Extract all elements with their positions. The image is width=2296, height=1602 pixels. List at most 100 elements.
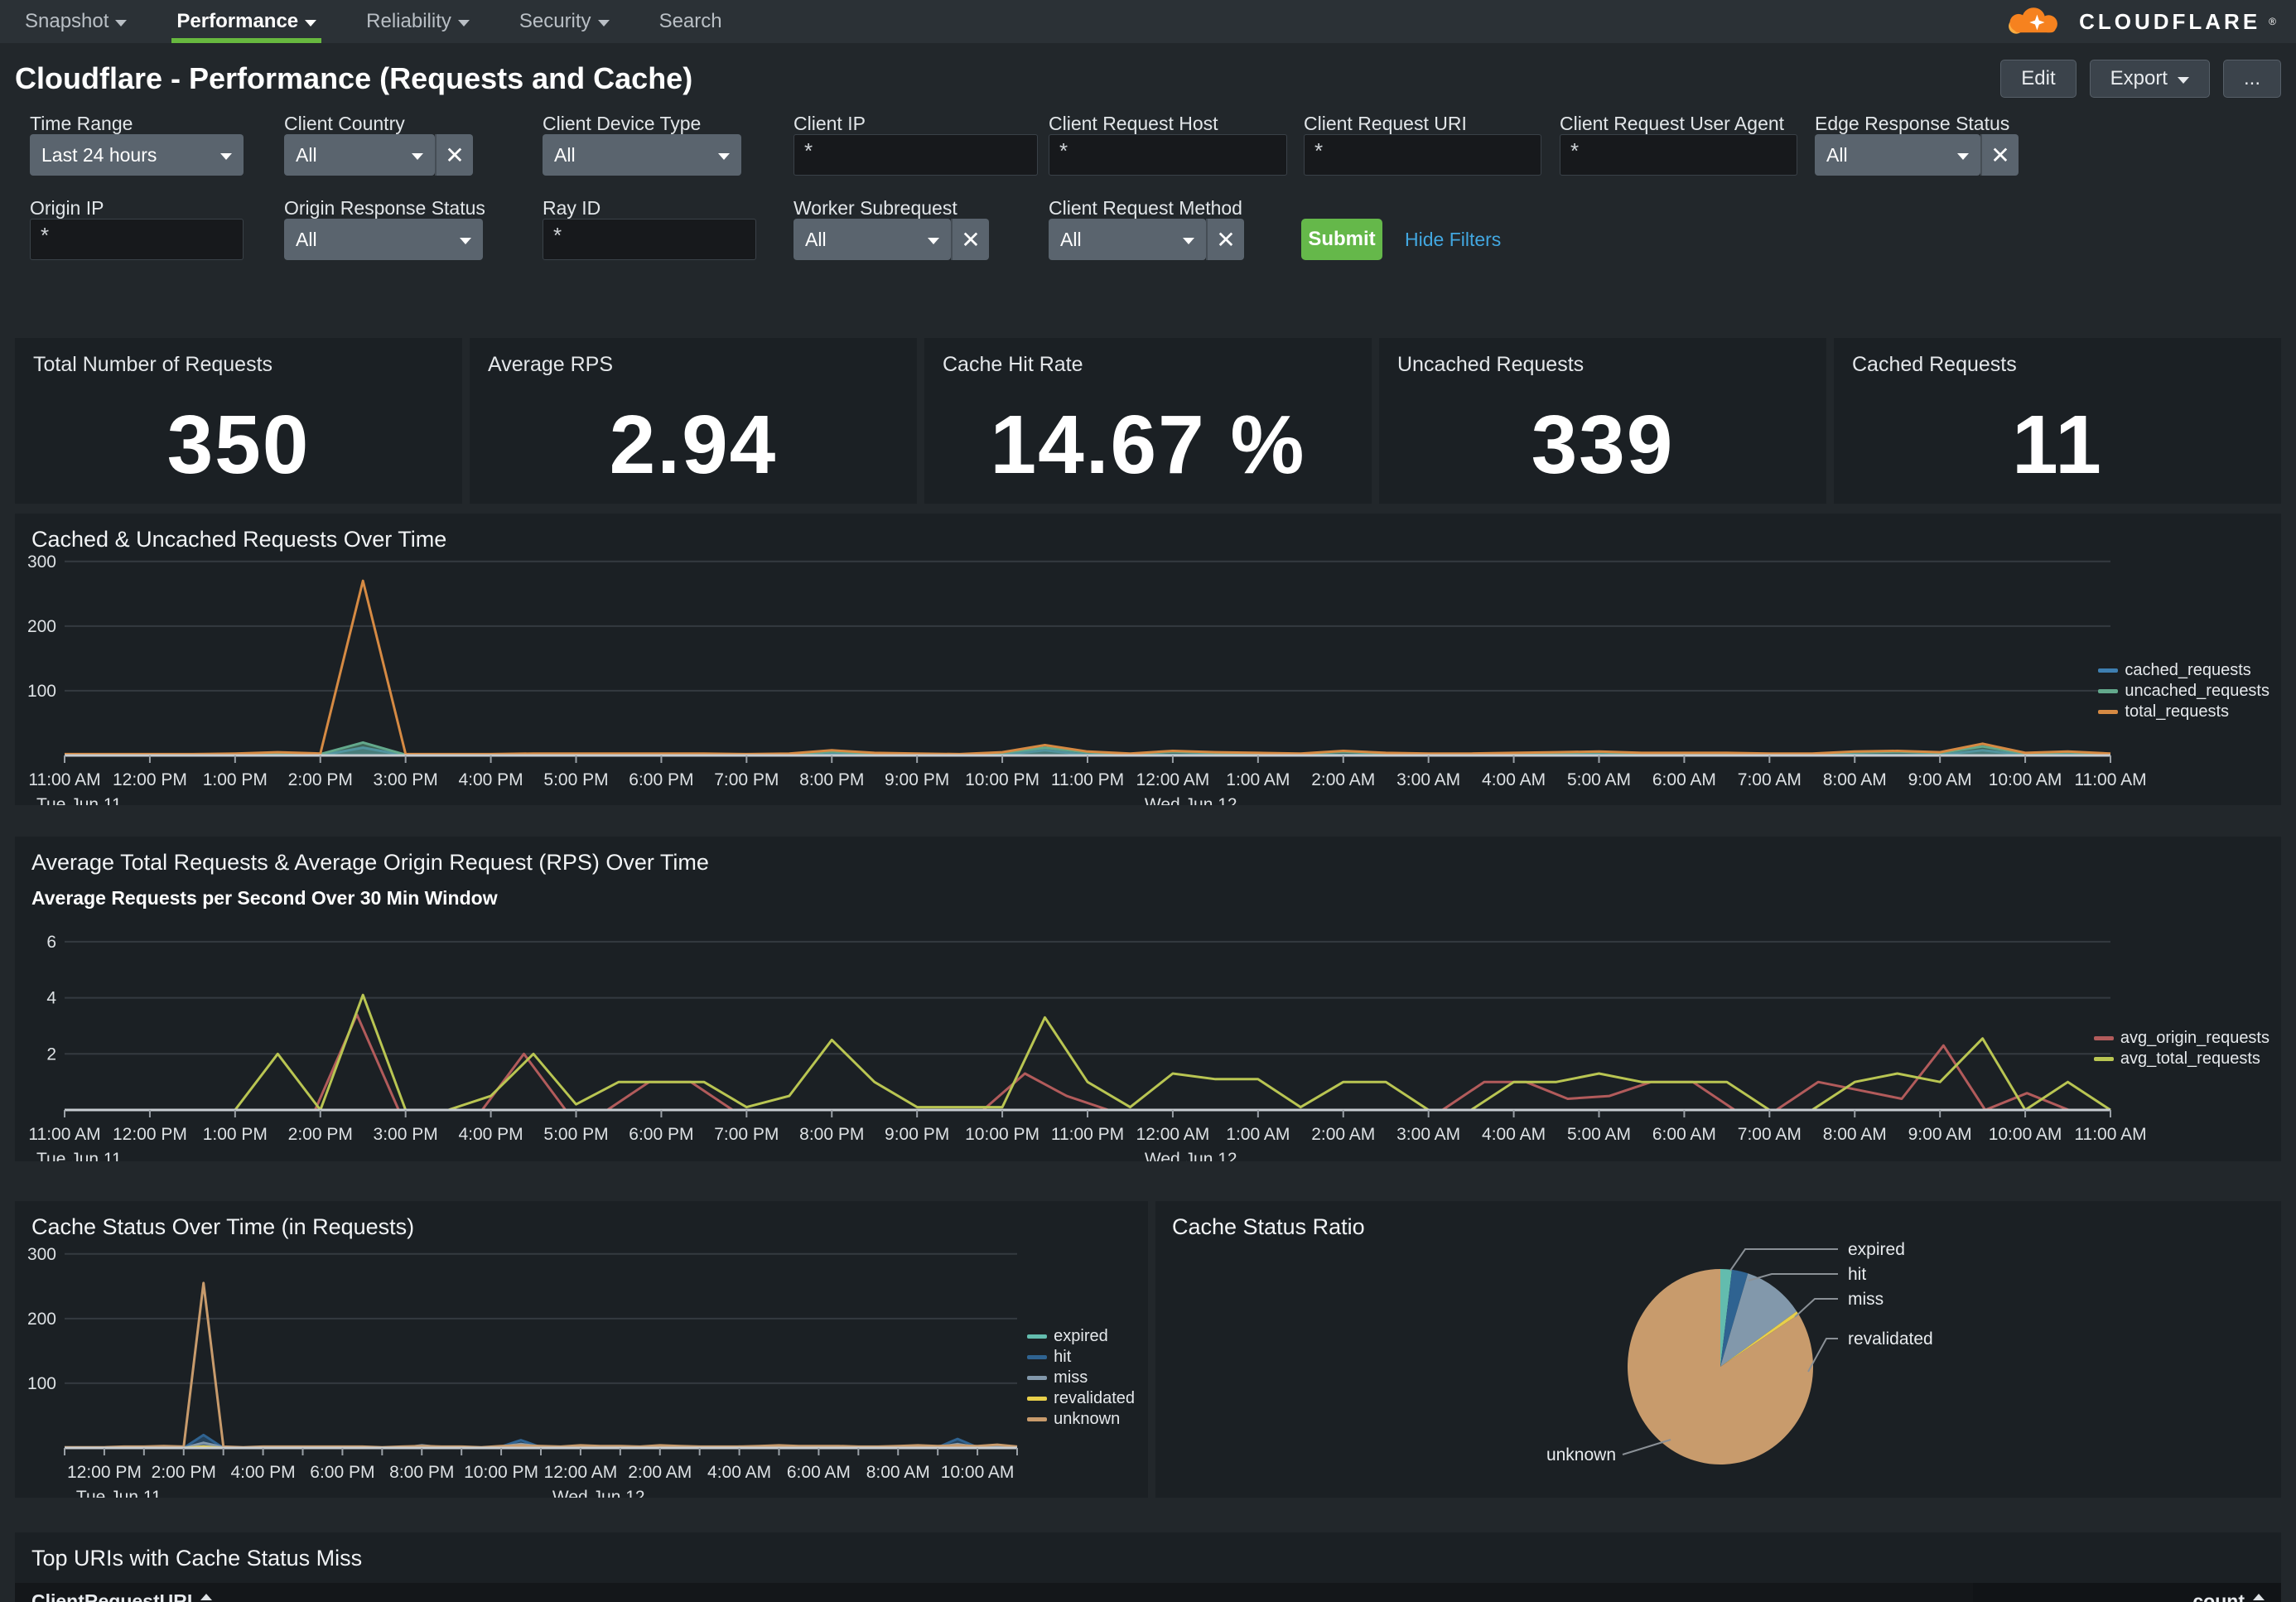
svg-text:12:00 PM: 12:00 PM (113, 1125, 187, 1144)
legend-item-avg_total_requests[interactable]: avg_total_requests (2094, 1050, 2269, 1069)
pie-label-revalidated: revalidated (1848, 1329, 1933, 1349)
pie-label-miss: miss (1848, 1290, 1884, 1309)
panel-cached-uncached-requests: Cached & Uncached Requests Over Time 100… (15, 514, 2281, 805)
chart-legend: avg_origin_requests avg_total_requests (2094, 1029, 2269, 1069)
legend-label: avg_origin_requests (2120, 1029, 2269, 1048)
kpi-label: Total Number of Requests (33, 353, 444, 377)
nav-item-performance[interactable]: Performance (171, 0, 321, 43)
select-edge-response-status[interactable]: All (1815, 134, 1980, 176)
select-time-range[interactable]: Last 24 hours (30, 134, 244, 176)
more-button[interactable]: ... (2223, 60, 2281, 98)
filter-label-origin-response-status: Origin Response Status (284, 197, 485, 220)
filter-label-client-request-host: Client Request Host (1049, 113, 1218, 135)
legend-item-uncached_requests[interactable]: uncached_requests (2098, 682, 2269, 701)
kpi-label: Average RPS (488, 353, 899, 377)
nav-items: Snapshot Performance Reliability Security Se… (20, 0, 767, 43)
legend-item-miss[interactable]: miss (1027, 1368, 1135, 1387)
cloudflare-wordmark: CLOUDFLARE (2079, 9, 2260, 35)
panel-top-uris: Top URIs with Cache Status Miss ClientRe… (15, 1532, 2281, 1602)
legend-item-hit[interactable]: hit (1027, 1348, 1135, 1367)
svg-text:3:00 PM: 3:00 PM (374, 1125, 438, 1144)
panel-cache-status-ratio: Cache Status Ratio expiredhitmissrevalid… (1155, 1201, 2281, 1498)
svg-text:12:00 PM: 12:00 PM (67, 1463, 142, 1482)
export-button[interactable]: Export (2090, 60, 2210, 98)
legend-item-expired[interactable]: expired (1027, 1327, 1135, 1346)
legend-item-unknown[interactable]: unknown (1027, 1410, 1135, 1429)
select-value: All (805, 229, 827, 251)
svg-text:2:00 AM: 2:00 AM (1311, 1125, 1375, 1144)
input-origin-ip[interactable]: * (30, 219, 244, 260)
select-client-request-method[interactable]: All (1049, 219, 1206, 260)
filter-label-client-request-user-agent: Client Request User Agent (1560, 113, 1784, 135)
svg-text:Wed Jun 12: Wed Jun 12 (552, 1488, 645, 1498)
sort-icon (200, 1594, 212, 1602)
nav-item-security[interactable]: Security (514, 0, 615, 43)
input-client-ip[interactable]: * (793, 134, 1038, 176)
svg-text:200: 200 (27, 1310, 56, 1329)
svg-text:7:00 PM: 7:00 PM (714, 1125, 779, 1144)
clear-filter-button-client-country[interactable]: ✕ (435, 134, 473, 176)
clear-filter-button-edge-response-status[interactable]: ✕ (1980, 134, 2019, 176)
svg-text:9:00 PM: 9:00 PM (885, 1125, 949, 1144)
series-unknown (65, 1283, 1017, 1447)
kpi-row: Total Number of Requests350Average RPS2.… (15, 338, 2281, 504)
svg-text:4:00 AM: 4:00 AM (1482, 770, 1546, 789)
input-ray-id[interactable]: * (543, 219, 756, 260)
kpi-label: Cached Requests (1852, 353, 2263, 377)
cloudflare-logo: CLOUDFLARE® (2001, 0, 2276, 43)
input-client-request-uri[interactable]: * (1304, 134, 1541, 176)
legend-swatch (2098, 668, 2118, 673)
svg-text:2:00 PM: 2:00 PM (288, 1125, 353, 1144)
svg-text:6:00 PM: 6:00 PM (629, 770, 693, 789)
column-header-clientrequesturi[interactable]: ClientRequestURI (15, 1590, 1973, 1602)
input-client-request-user-agent[interactable]: * (1560, 134, 1797, 176)
kpi-label: Cache Hit Rate (943, 353, 1353, 377)
svg-text:8:00 AM: 8:00 AM (1823, 1125, 1887, 1144)
svg-text:8:00 AM: 8:00 AM (866, 1463, 930, 1482)
svg-text:Tue Jun 11: Tue Jun 11 (36, 795, 122, 805)
legend-swatch (2094, 1057, 2114, 1061)
chevron-down-icon (115, 20, 127, 27)
legend-swatch (2098, 710, 2118, 714)
select-origin-response-status[interactable]: All (284, 219, 483, 260)
select-client-country[interactable]: All (284, 134, 435, 176)
legend-item-avg_origin_requests[interactable]: avg_origin_requests (2094, 1029, 2269, 1048)
svg-text:9:00 AM: 9:00 AM (1908, 770, 1972, 789)
clear-filter-button-worker-subrequest[interactable]: ✕ (951, 219, 989, 260)
filter-label-ray-id: Ray ID (543, 197, 601, 220)
nav-item-search[interactable]: Search (654, 0, 727, 43)
legend-label: revalidated (1054, 1389, 1135, 1408)
legend-item-cached_requests[interactable]: cached_requests (2098, 661, 2269, 680)
select-client-device-type[interactable]: All (543, 134, 741, 176)
hide-filters-link[interactable]: Hide Filters (1405, 229, 1501, 251)
legend-label: unknown (1054, 1410, 1120, 1429)
kpi-card-average-rps: Average RPS2.94 (470, 338, 917, 504)
clear-filter-button-client-request-method[interactable]: ✕ (1206, 219, 1244, 260)
select-value: All (1826, 144, 1848, 166)
page-title: Cloudflare - Performance (Requests and C… (15, 61, 692, 96)
chevron-down-icon (460, 238, 471, 244)
legend-swatch (2094, 1036, 2114, 1040)
svg-text:12:00 AM: 12:00 AM (1136, 770, 1210, 789)
svg-text:7:00 AM: 7:00 AM (1738, 770, 1802, 789)
input-client-request-host[interactable]: * (1049, 134, 1287, 176)
legend-swatch (1027, 1397, 1047, 1401)
nav-item-reliability[interactable]: Reliability (361, 0, 475, 43)
legend-item-total_requests[interactable]: total_requests (2098, 702, 2269, 721)
column-header-count[interactable]: count (1973, 1583, 2281, 1602)
nav-item-snapshot[interactable]: Snapshot (20, 0, 132, 43)
svg-text:11:00 PM: 11:00 PM (1051, 770, 1124, 789)
legend-item-revalidated[interactable]: revalidated (1027, 1389, 1135, 1408)
nav-item-label: Security (519, 10, 591, 33)
select-value: All (554, 144, 576, 166)
legend-label: avg_total_requests (2120, 1050, 2260, 1069)
legend-swatch (2098, 689, 2118, 693)
sort-icon (2253, 1594, 2265, 1602)
page-header: Cloudflare - Performance (Requests and C… (0, 43, 2296, 104)
nav-item-label: Search (659, 10, 722, 33)
edit-button[interactable]: Edit (2000, 60, 2076, 98)
submit-button[interactable]: Submit (1301, 219, 1382, 260)
select-worker-subrequest[interactable]: All (793, 219, 951, 260)
filter-label-client-request-method: Client Request Method (1049, 197, 1242, 220)
filter-label-client-country: Client Country (284, 113, 405, 135)
